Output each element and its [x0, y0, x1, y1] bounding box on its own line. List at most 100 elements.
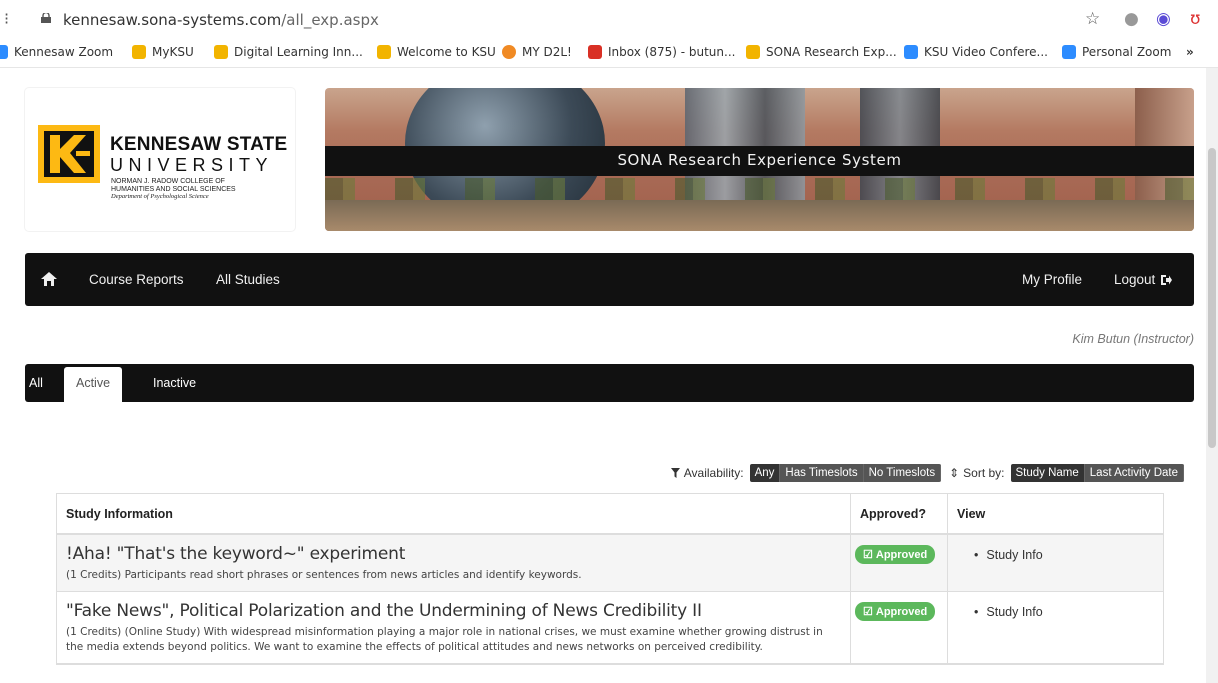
bookmarks-bar: Kennesaw Zoom MyKSU Digital Learning Inn…: [0, 38, 1218, 68]
sort-options: Study Name Last Activity Date: [1010, 464, 1184, 482]
bookmark-item[interactable]: Welcome to KSU: [377, 45, 496, 59]
logout-icon: [1161, 274, 1173, 285]
study-title[interactable]: "Fake News", Political Polarization and …: [66, 601, 841, 621]
lock-icon: [41, 13, 51, 23]
availability-no-timeslots[interactable]: No Timeslots: [863, 464, 942, 482]
study-description: (1 Credits) (Online Study) With widespre…: [66, 626, 823, 653]
zoom-icon: [1062, 45, 1076, 59]
logo-college-line: NORMAN J. RADOW COLLEGE OF: [111, 178, 225, 185]
url-path: /all_exp.aspx: [281, 11, 379, 29]
bookmark-item[interactable]: SONA Research Exp...: [746, 45, 897, 59]
nav-all-studies[interactable]: All Studies: [216, 272, 280, 287]
check-square-icon: ☑: [863, 549, 873, 561]
scrollbar-thumb[interactable]: [1208, 148, 1216, 448]
tab-all[interactable]: All: [29, 364, 43, 402]
header-study-info: Study Information: [57, 494, 851, 533]
approved-badge-label: Approved: [875, 605, 928, 618]
extension-icon[interactable]: ●: [1124, 9, 1139, 29]
approved-badge: ☑ Approved: [855, 545, 936, 564]
approved-badge: ☑ Approved: [855, 602, 936, 621]
banner-title: SONA Research Experience System: [617, 151, 902, 169]
bookmark-item[interactable]: MyKSU: [132, 45, 194, 59]
ksu-icon: [377, 45, 391, 59]
filter-icon: [670, 468, 680, 478]
bookmark-label: MyKSU: [152, 45, 194, 59]
availability-options: Any Has Timeslots No Timeslots: [749, 464, 942, 482]
bookmark-label: Welcome to KSU: [397, 45, 496, 59]
approved-badge-label: Approved: [875, 548, 928, 561]
study-info-link[interactable]: Study Info: [974, 605, 1043, 619]
study-description: (1 Credits) Participants read short phra…: [66, 569, 582, 581]
table-header: Study Information Approved? View: [57, 494, 1163, 535]
study-title[interactable]: !Aha! "That's the keyword~" experiment: [66, 544, 841, 564]
availability-has-timeslots[interactable]: Has Timeslots: [780, 464, 864, 482]
gmail-icon: [588, 45, 602, 59]
ksu-mark-icon: [38, 125, 100, 183]
study-info-link[interactable]: Study Info: [974, 548, 1043, 562]
bookmark-label: MY D2L!: [522, 45, 572, 59]
table-row: !Aha! "That's the keyword~" experiment (…: [57, 535, 1163, 592]
check-square-icon: ☑: [863, 606, 873, 618]
bookmark-item[interactable]: Inbox (875) - butun...: [588, 45, 735, 59]
study-info-cell: !Aha! "That's the keyword~" experiment (…: [57, 535, 851, 591]
current-user: Kim Butun (Instructor): [1072, 332, 1194, 346]
zoom-icon: [0, 45, 8, 59]
bookmark-item[interactable]: Digital Learning Inn...: [214, 45, 363, 59]
ksu-icon: [132, 45, 146, 59]
bookmark-item[interactable]: MY D2L!: [502, 45, 572, 59]
filter-bar: Availability: Any Has Timeslots No Times…: [670, 464, 1184, 482]
zoom-icon: [904, 45, 918, 59]
approved-cell: ☑ Approved: [851, 592, 948, 663]
bookmark-label: Digital Learning Inn...: [234, 45, 363, 59]
study-info-cell: "Fake News", Political Polarization and …: [57, 592, 851, 663]
bookmark-label: Inbox (875) - butun...: [608, 45, 736, 59]
header-approved: Approved?: [851, 494, 948, 533]
ksu-logo[interactable]: KENNESAW STATE UNIVERSITY NORMAN J. RADO…: [25, 88, 295, 231]
sort-label-text: Sort by:: [963, 466, 1005, 480]
home-icon[interactable]: [41, 272, 57, 286]
availability-label: Availability:: [670, 466, 744, 480]
header-view: View: [957, 507, 986, 521]
approved-cell: ☑ Approved: [851, 535, 948, 591]
logout-label: Logout: [1114, 272, 1156, 287]
nav-my-profile[interactable]: My Profile: [1022, 272, 1082, 287]
tab-active[interactable]: Active: [64, 367, 123, 402]
view-cell: Study Info: [948, 535, 1163, 591]
more-bookmarks-button[interactable]: »: [1186, 45, 1194, 59]
bookmark-label: KSU Video Confere...: [924, 45, 1048, 59]
more-bookmarks-label: »: [1186, 45, 1194, 59]
browser-address-bar: ⁝ kennesaw.sona-systems.com/all_exp.aspx…: [0, 0, 1218, 38]
extension-icon[interactable]: ʊ: [1190, 9, 1201, 29]
table-row: "Fake News", Political Polarization and …: [57, 592, 1163, 664]
sort-study-name[interactable]: Study Name: [1010, 464, 1085, 482]
sort-icon: ⇕: [949, 466, 960, 480]
bookmark-item[interactable]: Kennesaw Zoom: [0, 45, 113, 59]
ksu-icon: [214, 45, 228, 59]
view-cell: Study Info: [948, 592, 1163, 663]
logo-title: KENNESAW STATE: [110, 134, 288, 155]
d2l-icon: [502, 45, 516, 59]
bookmark-label: Kennesaw Zoom: [14, 45, 114, 59]
bookmark-item[interactable]: KSU Video Confere...: [904, 45, 1048, 59]
nav-course-reports[interactable]: Course Reports: [89, 272, 184, 287]
banner-photo-ground: [325, 200, 1194, 231]
ksu-icon: [746, 45, 760, 59]
status-tabs: All Active Inactive: [25, 364, 1194, 402]
availability-label-text: Availability:: [683, 466, 744, 480]
sort-last-activity[interactable]: Last Activity Date: [1084, 464, 1184, 482]
tab-inactive[interactable]: Inactive: [153, 364, 196, 402]
logo-college: NORMAN J. RADOW COLLEGE OF HUMANITIES AND…: [111, 178, 291, 194]
url-text[interactable]: kennesaw.sona-systems.com/all_exp.aspx: [63, 11, 379, 29]
extension-icon[interactable]: ◉: [1156, 9, 1171, 29]
nav-logout[interactable]: Logout: [1114, 272, 1173, 287]
studies-table: Study Information Approved? View !Aha! "…: [56, 493, 1164, 665]
main-navbar: Course Reports All Studies My Profile Lo…: [25, 253, 1194, 306]
star-icon[interactable]: ☆: [1085, 9, 1100, 29]
overflow-menu-icon[interactable]: ⁝: [4, 9, 9, 28]
page-scrollbar[interactable]: [1206, 68, 1218, 683]
url-host: kennesaw.sona-systems.com: [63, 11, 282, 29]
logo-university: UNIVERSITY: [110, 155, 274, 175]
bookmark-label: SONA Research Exp...: [766, 45, 897, 59]
availability-any[interactable]: Any: [749, 464, 781, 482]
bookmark-item[interactable]: Personal Zoom: [1062, 45, 1171, 59]
